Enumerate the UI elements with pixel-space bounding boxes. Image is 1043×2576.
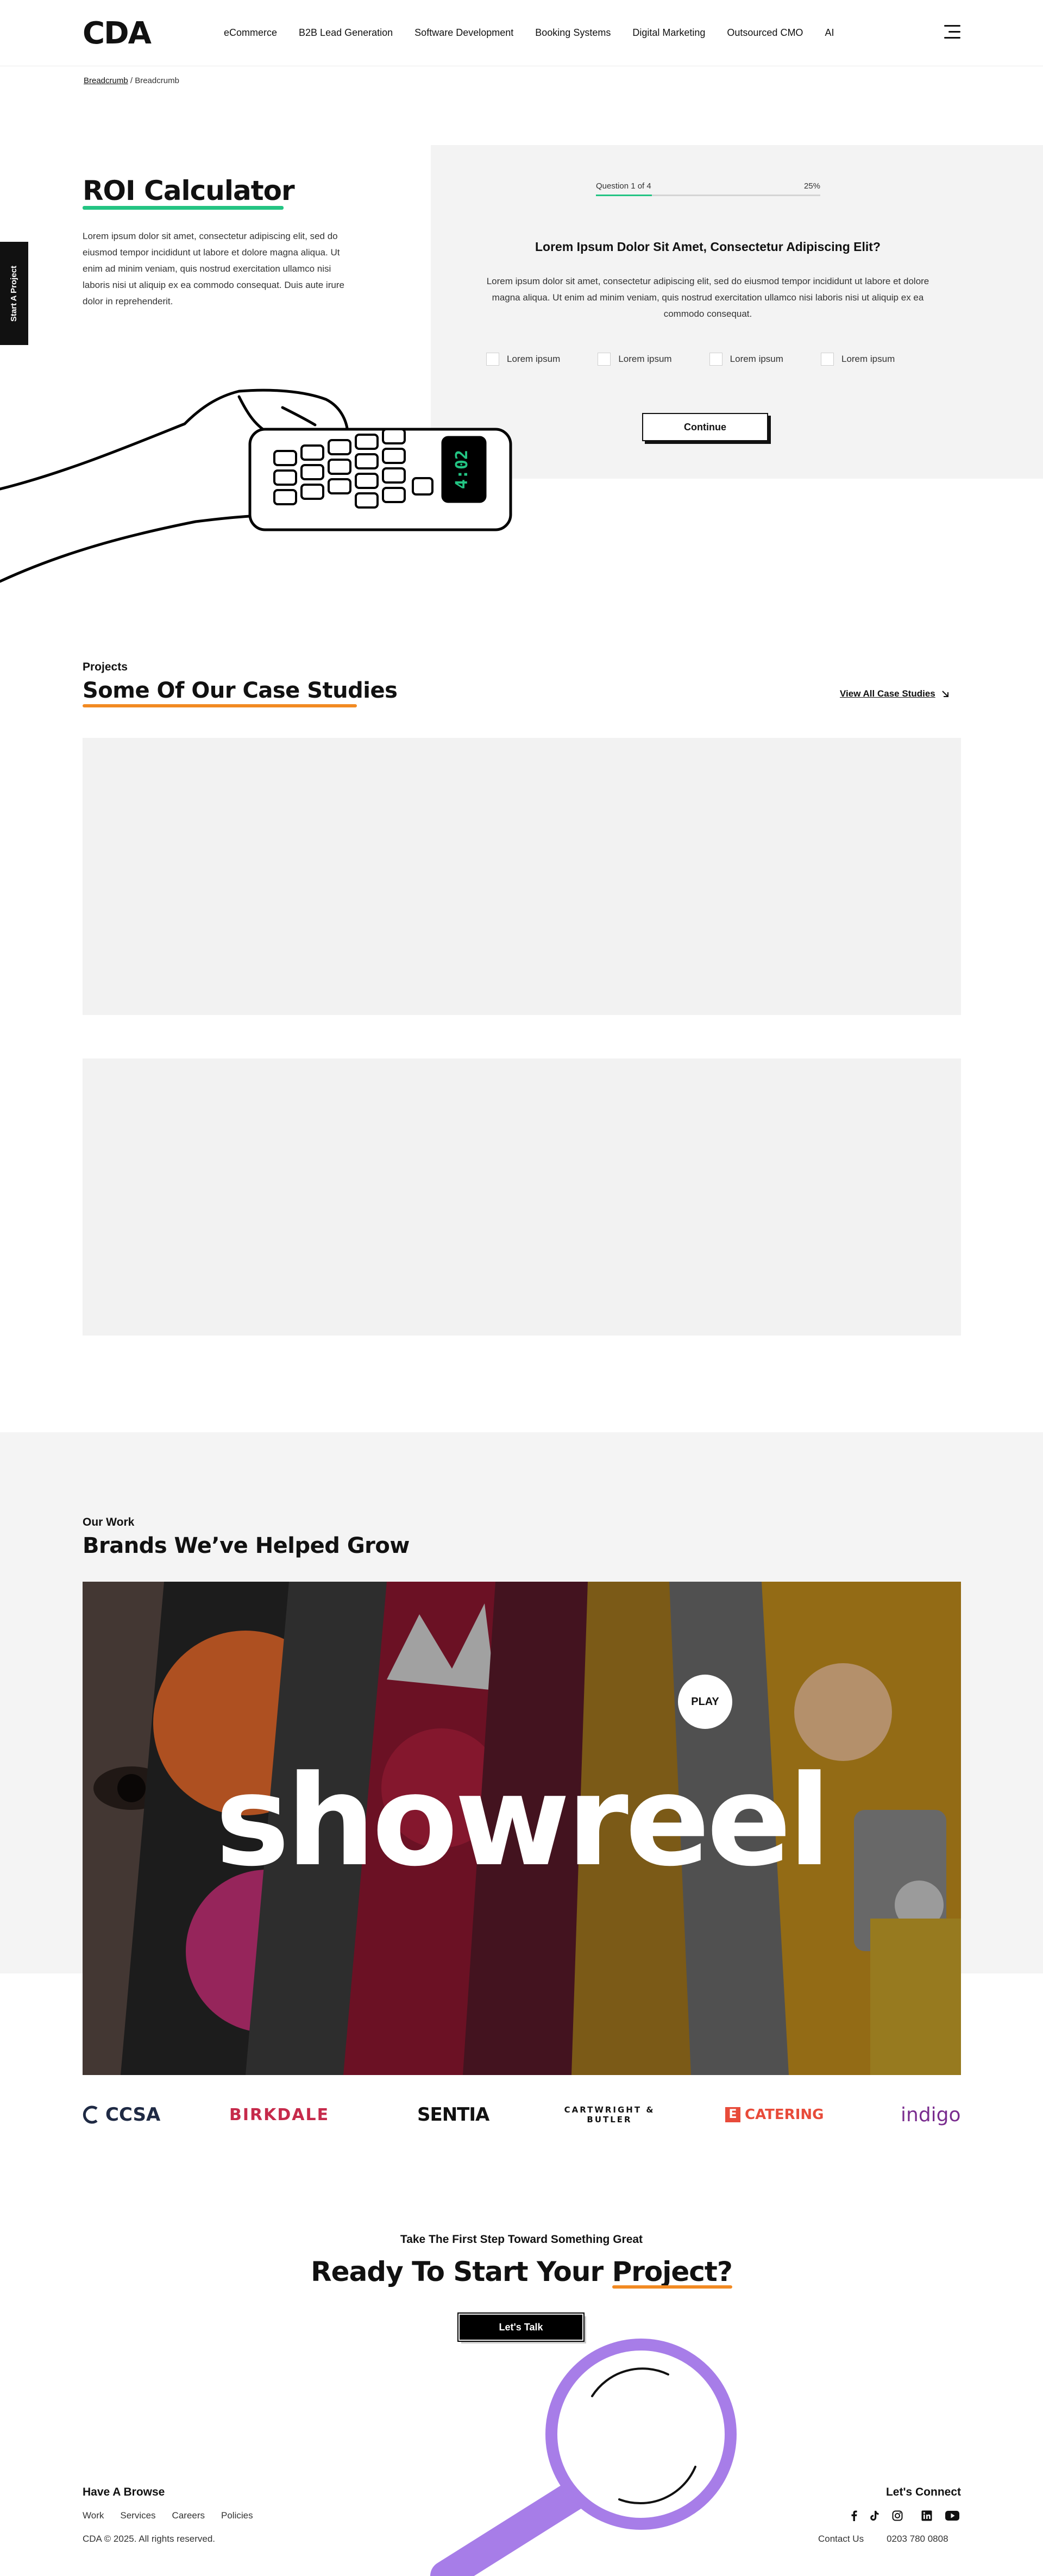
linkedin-icon[interactable] bbox=[920, 2509, 933, 2522]
nav-digital-marketing[interactable]: Digital Marketing bbox=[632, 27, 705, 39]
checkbox[interactable] bbox=[709, 353, 722, 366]
facebook-icon[interactable] bbox=[847, 2509, 860, 2522]
instagram-icon[interactable] bbox=[891, 2509, 904, 2522]
view-all-label: View All Case Studies bbox=[840, 688, 935, 699]
start-project-label: Start A Project bbox=[9, 265, 19, 322]
our-work-eyebrow: Our Work bbox=[83, 1516, 135, 1528]
brand-logo-sentia: SENTIA bbox=[417, 2104, 489, 2126]
cta-title-highlight-wrap: Project? bbox=[612, 2256, 733, 2289]
breadcrumb: Breadcrumb / Breadcrumb bbox=[84, 76, 179, 85]
phone-link[interactable]: 0203 780 0808 bbox=[887, 2534, 948, 2544]
footer-link-policies[interactable]: Policies bbox=[221, 2510, 253, 2521]
footer-browse-heading: Have A Browse bbox=[83, 2486, 165, 2498]
quiz-option-4[interactable]: Lorem ipsum bbox=[820, 353, 929, 366]
checkbox[interactable] bbox=[598, 353, 611, 366]
footer-link-work[interactable]: Work bbox=[83, 2510, 104, 2521]
case-studies-underline bbox=[83, 704, 357, 707]
cta-title-underline bbox=[612, 2285, 732, 2289]
quiz-progress-percent: 25% bbox=[803, 181, 820, 191]
cta-title: Ready To Start Your Project? bbox=[0, 2256, 1043, 2289]
hamburger-menu-icon[interactable] bbox=[944, 25, 960, 39]
footer-link-services[interactable]: Services bbox=[120, 2510, 155, 2521]
brand-logo-birkdale: BIRKDALE bbox=[229, 2105, 330, 2124]
cta-title-highlight: Project? bbox=[612, 2256, 733, 2287]
contact-us-link[interactable]: Contact Us bbox=[818, 2534, 864, 2544]
quiz-options: Lorem ipsum Lorem ipsum Lorem ipsum Lore… bbox=[486, 353, 929, 366]
ccsa-mark-icon bbox=[83, 2105, 98, 2124]
play-button[interactable]: PLAY bbox=[678, 1675, 732, 1729]
continue-button[interactable]: Continue bbox=[642, 413, 768, 441]
quiz-progress-fill bbox=[596, 195, 652, 196]
copyright: CDA © 2025. All rights reserved. bbox=[83, 2534, 216, 2544]
roi-title: ROI Calculator bbox=[83, 175, 295, 210]
cda-logo[interactable]: CDA bbox=[83, 18, 152, 49]
brand-logo-cartwright-butler: CARTWRIGHT & BUTLER bbox=[564, 2105, 655, 2124]
play-label: PLAY bbox=[691, 1695, 719, 1708]
quiz-option-label: Lorem ipsum bbox=[618, 354, 672, 364]
case-study-card-2[interactable] bbox=[83, 1058, 961, 1336]
arrow-down-right-icon bbox=[942, 691, 948, 697]
nav-ecommerce[interactable]: eCommerce bbox=[224, 27, 277, 39]
breadcrumb-separator: / bbox=[128, 76, 135, 85]
tiktok-icon[interactable] bbox=[868, 2509, 881, 2522]
site-header: CDA eCommerce B2B Lead Generation Softwa… bbox=[0, 0, 1043, 66]
quiz-option-2[interactable]: Lorem ipsum bbox=[598, 353, 706, 366]
brand-name: CATERING bbox=[745, 2107, 824, 2123]
case-study-card-1[interactable] bbox=[83, 738, 961, 1015]
case-studies-title: Some Of Our Case Studies bbox=[83, 678, 398, 703]
nav-outsourced-cmo[interactable]: Outsourced CMO bbox=[727, 27, 803, 39]
start-project-tab[interactable]: Start A Project bbox=[0, 242, 28, 345]
nav-ai[interactable]: AI bbox=[825, 27, 834, 39]
cta-subtitle: Take The First Step Toward Something Gre… bbox=[400, 2233, 643, 2246]
hand-calculator-illustration: 4:02 bbox=[0, 388, 512, 583]
quiz-progress-label: Question 1 of 4 bbox=[596, 181, 651, 191]
roi-description: Lorem ipsum dolor sit amet, consectetur … bbox=[83, 231, 344, 306]
footer-links: Work Services Careers Policies bbox=[83, 2510, 253, 2521]
magnifying-glass-illustration bbox=[430, 2339, 737, 2576]
cta-title-lead: Ready To Start Your bbox=[311, 2256, 612, 2287]
projects-eyebrow: Projects bbox=[83, 661, 128, 673]
quiz-option-label: Lorem ipsum bbox=[841, 354, 895, 364]
youtube-icon[interactable] bbox=[944, 2509, 960, 2522]
quiz-option-label: Lorem ipsum bbox=[730, 354, 783, 364]
brands-title: Brands We’ve Helped Grow bbox=[83, 1533, 410, 1558]
roi-title-text: ROI Calculator bbox=[83, 175, 295, 206]
brand-name: CCSA bbox=[105, 2104, 161, 2126]
catering-mark-icon: E bbox=[725, 2107, 740, 2122]
nav-booking-systems[interactable]: Booking Systems bbox=[535, 27, 611, 39]
footer-link-careers[interactable]: Careers bbox=[172, 2510, 205, 2521]
quiz-option-3[interactable]: Lorem ipsum bbox=[709, 353, 818, 366]
quiz-option-1[interactable]: Lorem ipsum bbox=[486, 353, 595, 366]
breadcrumb-current: Breadcrumb bbox=[135, 76, 179, 85]
nav-b2b-lead-generation[interactable]: B2B Lead Generation bbox=[299, 27, 393, 39]
brand-logo-catering: E CATERING bbox=[725, 2098, 824, 2131]
nav-software-development[interactable]: Software Development bbox=[414, 27, 513, 39]
roi-title-underline bbox=[83, 206, 284, 210]
checkbox[interactable] bbox=[820, 353, 834, 366]
view-all-case-studies-link[interactable]: View All Case Studies bbox=[840, 688, 950, 699]
main-nav: eCommerce B2B Lead Generation Software D… bbox=[224, 27, 834, 39]
quiz-question: Lorem Ipsum Dolor Sit Amet, Consectetur … bbox=[535, 240, 881, 254]
breadcrumb-link[interactable]: Breadcrumb bbox=[84, 76, 128, 85]
calculator-display: 4:02 bbox=[453, 450, 472, 489]
quiz-progress-bar bbox=[596, 195, 820, 196]
brand-logo-strip: CCSA BIRKDALE SENTIA CARTWRIGHT & BUTLER… bbox=[83, 2098, 961, 2131]
contact-row: Contact Us 0203 780 0808 bbox=[818, 2534, 948, 2544]
footer-connect-heading: Let's Connect bbox=[885, 2486, 961, 2498]
brand-logo-ccsa: CCSA bbox=[83, 2098, 160, 2131]
lets-talk-button[interactable]: Let's Talk bbox=[457, 2312, 585, 2342]
quiz-option-label: Lorem ipsum bbox=[507, 354, 561, 364]
brand-logo-indigo: indigo bbox=[901, 2103, 961, 2126]
showreel-title: showreel bbox=[215, 1749, 831, 1894]
quiz-body: Lorem ipsum dolor sit amet, consectetur … bbox=[486, 276, 929, 319]
checkbox[interactable] bbox=[486, 353, 499, 366]
